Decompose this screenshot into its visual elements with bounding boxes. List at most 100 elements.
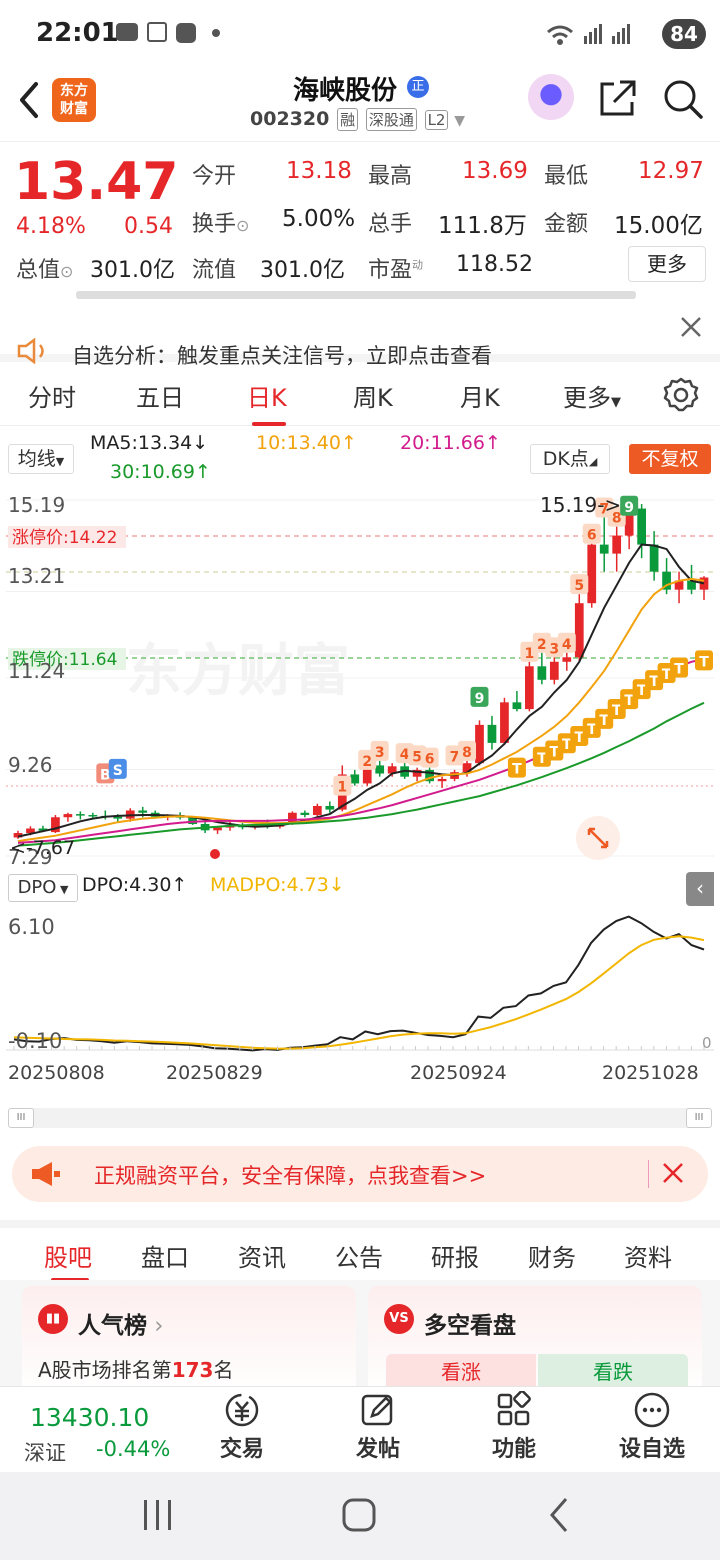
tag-margin: 融 — [337, 108, 359, 131]
speaker-icon — [17, 338, 44, 364]
dropdown-arrow-icon: ◢ — [588, 455, 598, 468]
pe-label: 市盈动 — [368, 252, 423, 284]
madpo-line — [13, 935, 705, 1050]
close-icon[interactable] — [680, 316, 702, 338]
indicator-selector[interactable]: 均线▼ — [8, 444, 74, 474]
candle-body — [138, 810, 148, 813]
tab-five-day[interactable]: 五日 — [136, 378, 184, 413]
dk-selector[interactable]: DK点◢ — [530, 444, 610, 474]
range-handle-left[interactable]: III — [8, 1108, 34, 1128]
stock-code-line: 002320 融 深股通 L2 ▼ — [250, 108, 465, 131]
low-value: 12.97 — [638, 158, 704, 184]
add-watchlist-label: 设自选 — [618, 1437, 685, 1462]
info-cards: ▮▮ 人气榜 › A股市场排名第173名 VS 多空看盘 看涨 看跌 — [0, 1280, 720, 1396]
close-icon[interactable] — [662, 1162, 684, 1184]
tab-announcements[interactable]: 公告 — [335, 1238, 383, 1273]
dropdown-arrow-icon[interactable]: ▼ — [454, 113, 465, 129]
share-icon[interactable] — [598, 78, 638, 118]
stock-header: 东方 财富 海峡股份 正 002320 融 深股通 L2 ▼ — [0, 66, 720, 142]
y-label-top: 15.19 — [8, 493, 65, 517]
info-icon[interactable]: ⊙ — [236, 216, 249, 235]
date-label: 20250829 — [166, 1062, 263, 1084]
home-icon[interactable] — [342, 1498, 376, 1532]
open-label: 今开 — [192, 164, 237, 189]
candle-body — [300, 812, 310, 815]
tab-forum[interactable]: 股吧 — [44, 1238, 92, 1273]
index-change[interactable]: -0.44% — [96, 1437, 170, 1461]
dpo-legend: DPO ▼ DPO:4.30↑ MADPO:4.73↓ ‹ — [0, 872, 720, 906]
tab-research[interactable]: 研报 — [431, 1238, 479, 1273]
long-short-title: 多空看盘 — [424, 1313, 516, 1339]
gear-icon[interactable] — [662, 376, 700, 414]
chart-range-scrollbar[interactable]: III III — [8, 1108, 712, 1128]
signal-tag: 9 — [620, 495, 639, 516]
info-icon[interactable]: ⊙ — [60, 262, 73, 281]
dropdown-arrow-icon: ▼ — [55, 455, 65, 468]
signal-tag-text: T — [699, 654, 709, 670]
notice-bar[interactable]: 自选分析：触发重点关注信号，立即点击查看 — [0, 306, 720, 368]
signal-tag: 6 — [582, 523, 601, 544]
candlestick-chart[interactable]: 东方财富 123 4 5 6 7 8912 3 456789TT T T TTTTTTT T T TB S … — [6, 490, 714, 870]
candle-body — [75, 814, 85, 816]
date-label: 20250808 — [8, 1062, 105, 1084]
signal-tag-text: 6 — [587, 528, 597, 544]
market-rank: A股市场排名第173名 — [38, 1354, 233, 1383]
signal-tag-text: 4 — [562, 637, 572, 653]
post-button[interactable]: 发帖 — [330, 1391, 426, 1463]
dpo-y-bottom: -0.10 — [8, 1029, 62, 1052]
tab-daily-k[interactable]: 日K — [247, 378, 287, 413]
tab-news[interactable]: 资讯 — [238, 1238, 286, 1273]
functions-label: 功能 — [491, 1437, 536, 1462]
candle-body — [649, 544, 659, 572]
more-quote-button[interactable]: 更多 — [628, 246, 706, 282]
promo-text: 正规融资平台，安全有保障，点我查看>> — [94, 1164, 487, 1188]
signal-tag-text: 2 — [537, 637, 547, 653]
candle — [587, 543, 597, 608]
back-icon[interactable] — [550, 1498, 568, 1532]
range-handle-right[interactable]: III — [686, 1108, 712, 1128]
candle-body — [437, 778, 447, 782]
candle — [525, 661, 534, 712]
functions-button[interactable]: 功能 — [466, 1391, 562, 1463]
high-value: 13.69 — [462, 158, 528, 184]
change-percent: 4.18% — [16, 214, 86, 239]
signal-tag-text: 2 — [362, 754, 372, 770]
search-icon[interactable] — [662, 78, 704, 120]
back-arrow-icon[interactable] — [14, 80, 44, 120]
assistant-avatar[interactable] — [528, 74, 574, 120]
tab-more[interactable]: 更多▼ — [563, 378, 621, 413]
app-logo[interactable]: 东方 财富 — [52, 78, 96, 122]
index-name[interactable]: 深证 — [24, 1437, 66, 1467]
recents-icon[interactable] — [144, 1500, 171, 1530]
popularity-card[interactable]: ▮▮ 人气榜 › A股市场排名第173名 — [22, 1286, 356, 1396]
adjust-mode-button[interactable]: 不复权 — [629, 444, 711, 474]
sub-indicator-selector[interactable]: DPO ▼ — [8, 874, 78, 902]
collapse-panel-button[interactable]: ‹ — [686, 872, 714, 906]
tab-profile[interactable]: 资料 — [624, 1238, 672, 1273]
add-watchlist-button[interactable]: 设自选 — [604, 1391, 700, 1463]
trade-button[interactable]: 交易 — [194, 1391, 290, 1463]
min-price-mark: <-7.67 — [10, 837, 75, 859]
bullish-button[interactable]: 看涨 — [386, 1354, 536, 1390]
candle — [574, 594, 584, 662]
candle-body — [312, 805, 322, 815]
tab-intraday[interactable]: 分时 — [28, 378, 76, 413]
candle-body — [475, 724, 484, 764]
index-value[interactable]: 13430.10 — [30, 1403, 149, 1432]
logo-line-1: 东方 — [60, 83, 88, 99]
signal-tag: 1 — [333, 775, 352, 796]
ma30-label: 30:10.69↑ — [110, 461, 211, 483]
tab-weekly-k[interactable]: 周K — [353, 378, 393, 413]
tab-financials[interactable]: 财务 — [528, 1238, 576, 1273]
bearish-button[interactable]: 看跌 — [538, 1354, 688, 1390]
candle-body — [587, 544, 597, 604]
post-label: 发帖 — [355, 1437, 400, 1462]
pe-dynamic-mark: 动 — [412, 258, 424, 272]
tab-orderbook[interactable]: 盘口 — [141, 1238, 189, 1273]
tab-monthly-k[interactable]: 月K — [460, 378, 500, 413]
signal-tag-text: 7 — [450, 749, 460, 765]
promo-banner[interactable]: 正规融资平台，安全有保障，点我查看>> — [12, 1146, 708, 1202]
long-short-card[interactable]: VS 多空看盘 看涨 看跌 — [368, 1286, 702, 1396]
dpo-chart[interactable]: 6.10 -0.10 0 — [6, 906, 714, 1052]
signal-tag-text: 3 — [375, 745, 385, 761]
